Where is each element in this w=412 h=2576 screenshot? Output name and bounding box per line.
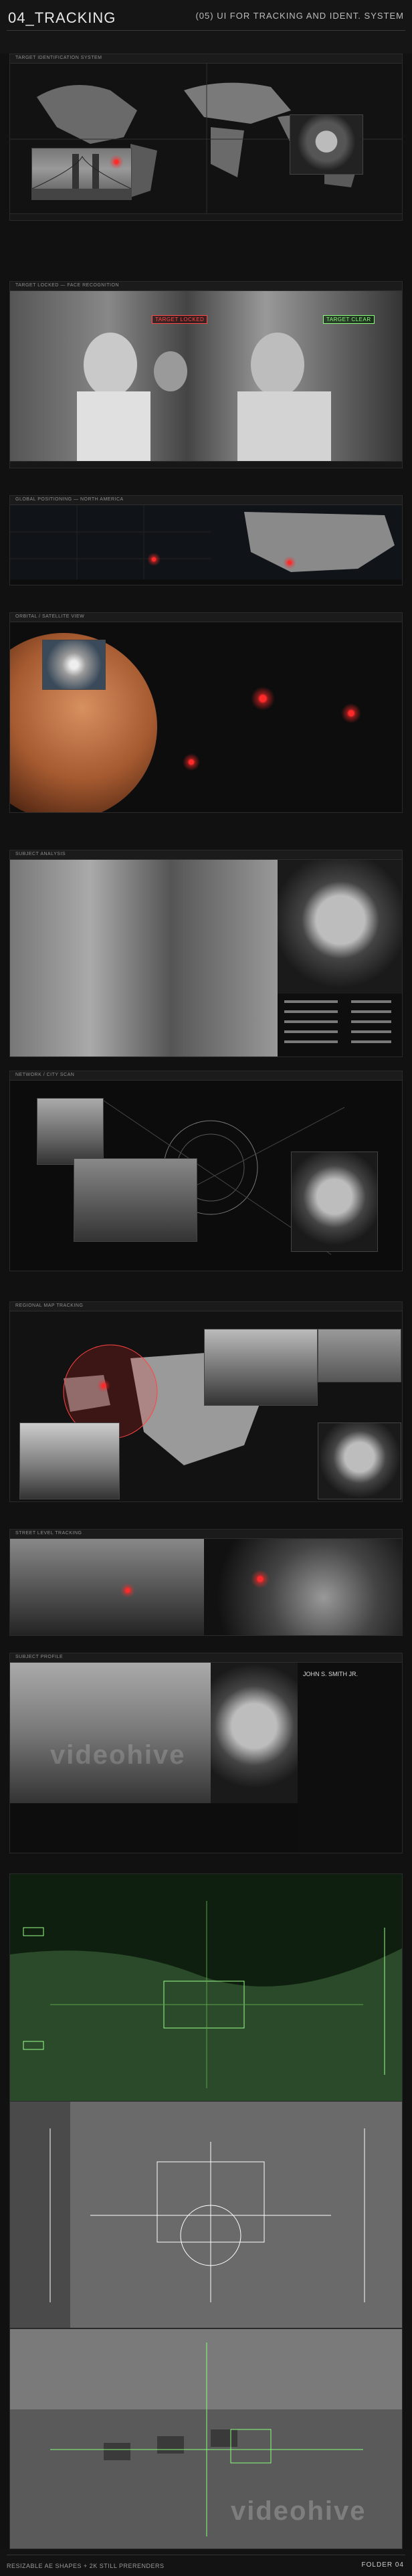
target-clear-tag: TARGET CLEAR xyxy=(323,315,375,324)
panel-topbar: STREET LEVEL TRACKING xyxy=(10,1530,402,1539)
panel-statusbar xyxy=(10,461,402,468)
header-divider xyxy=(7,30,405,31)
target-marker[interactable] xyxy=(251,686,275,711)
panel-satellite: ORBITAL / SATELLITE VIEW xyxy=(9,612,403,813)
panel-label: STREET LEVEL TRACKING xyxy=(15,1531,82,1536)
watermark: videohive xyxy=(231,2496,367,2526)
aerial-photo xyxy=(204,1539,402,1635)
aerial-drone-view xyxy=(10,2102,402,2328)
panel-topbar: ORBITAL / SATELLITE VIEW xyxy=(10,613,402,622)
subject-data-table xyxy=(278,994,402,1056)
street-photo xyxy=(318,1329,401,1382)
skyline-photo xyxy=(37,1098,104,1165)
city-photo xyxy=(74,1158,197,1242)
bridge-tower-photo xyxy=(19,1422,120,1499)
bridge-photo xyxy=(204,1329,318,1406)
panel-label: REGIONAL MAP TRACKING xyxy=(15,1303,84,1308)
panel-label: NETWORK / CITY SCAN xyxy=(15,1073,75,1077)
panel-topbar: TARGET LOCKED — FACE RECOGNITION xyxy=(10,282,402,291)
page-header: 04_TRACKING (05) UI FOR TRACKING AND IDE… xyxy=(0,0,412,54)
target-marker[interactable] xyxy=(283,556,296,569)
panel-label: TARGET IDENTIFICATION SYSTEM xyxy=(15,56,102,60)
target-marker[interactable] xyxy=(97,1379,110,1392)
panel-world-map: TARGET IDENTIFICATION SYSTEM xyxy=(9,54,403,221)
target-marker[interactable] xyxy=(109,155,124,169)
target-marker[interactable] xyxy=(341,703,361,723)
panel-north-america: GLOBAL POSITIONING — NORTH AMERICA xyxy=(9,495,403,585)
subject-portrait xyxy=(318,1422,401,1499)
subject-portrait xyxy=(291,1152,378,1252)
panel-label: SUBJECT ANALYSIS xyxy=(15,852,66,856)
night-vision-view xyxy=(10,1874,402,2107)
subject-closeup xyxy=(278,860,402,994)
target-marker[interactable] xyxy=(183,753,200,771)
subject-portrait xyxy=(290,114,363,175)
target-marker[interactable] xyxy=(120,1583,135,1598)
city-street-photo xyxy=(10,1663,211,1803)
north-america-map xyxy=(10,505,402,579)
panel-topbar: SUBJECT PROFILE xyxy=(10,1653,402,1663)
footer-left-text: RESIZABLE AE SHAPES + 2K STILL PRERENDER… xyxy=(7,2563,165,2569)
profile-info-panel: JOHN S. SMITH JR. xyxy=(298,1663,402,1853)
page-title: 04_TRACKING xyxy=(8,9,116,26)
panel-subject-profile: SUBJECT PROFILE JOHN S. SMITH JR. videoh… xyxy=(9,1653,403,1853)
panel-topbar: TARGET IDENTIFICATION SYSTEM xyxy=(10,54,402,64)
panel-thermal-view: videohive xyxy=(9,2328,403,2549)
panel-label: TARGET LOCKED — FACE RECOGNITION xyxy=(15,283,119,288)
page-subtitle: (05) UI FOR TRACKING AND IDENT. SYSTEM xyxy=(195,11,404,21)
page-footer: RESIZABLE AE SHAPES + 2K STILL PRERENDER… xyxy=(0,2549,412,2576)
profile-name: JOHN S. SMITH JR. xyxy=(303,1671,358,1677)
panel-topbar: REGIONAL MAP TRACKING xyxy=(10,1302,402,1311)
panel-city-scan: NETWORK / CITY SCAN xyxy=(9,1071,403,1271)
target-marker[interactable] xyxy=(147,553,161,566)
panel-drone-view xyxy=(9,2101,403,2328)
panel-night-vision xyxy=(9,1873,403,2108)
panel-topbar: SUBJECT ANALYSIS xyxy=(10,850,402,860)
target-marker[interactable] xyxy=(251,1570,270,1588)
panel-statusbar xyxy=(10,213,402,220)
subjects-photo xyxy=(10,860,278,1056)
hurricane-thumbnail xyxy=(42,640,106,690)
panel-label: GLOBAL POSITIONING — NORTH AMERICA xyxy=(15,497,124,502)
panel-label: ORBITAL / SATELLITE VIEW xyxy=(15,614,85,619)
subject-portrait xyxy=(211,1663,298,1803)
panel-subject-analysis: SUBJECT ANALYSIS xyxy=(9,850,403,1057)
panel-topbar: GLOBAL POSITIONING — NORTH AMERICA xyxy=(10,496,402,505)
target-locked-tag: TARGET LOCKED xyxy=(152,315,208,324)
watermark: videohive xyxy=(50,1740,186,1770)
street-photo xyxy=(10,1539,204,1635)
panel-street-tracking: STREET LEVEL TRACKING xyxy=(9,1529,403,1636)
panel-regional-map: REGIONAL MAP TRACKING xyxy=(9,1301,403,1502)
panel-face-recognition: TARGET LOCKED — FACE RECOGNITION TARGET … xyxy=(9,281,403,468)
footer-right-text: FOLDER 04 xyxy=(361,2561,404,2569)
panel-topbar: NETWORK / CITY SCAN xyxy=(10,1071,402,1081)
panel-label: SUBJECT PROFILE xyxy=(15,1655,64,1659)
